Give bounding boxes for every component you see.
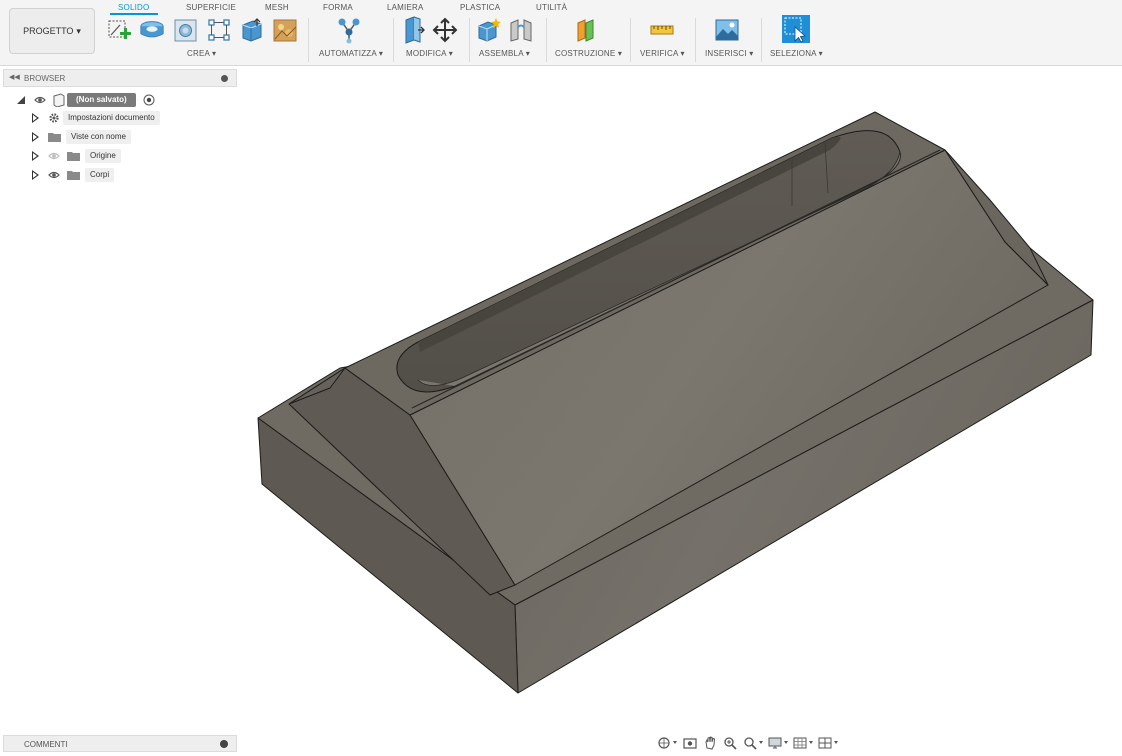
canvas-viewport[interactable]: [240, 68, 1122, 733]
select-icon[interactable]: [781, 15, 811, 44]
expand-triangle-icon[interactable]: [32, 113, 39, 123]
comments-title: COMMENTI: [24, 740, 68, 749]
group-inserisci: INSERISCI ▾: [700, 16, 760, 64]
hole-icon[interactable]: [173, 16, 199, 44]
group-label-assembla[interactable]: ASSEMBLA ▾: [479, 49, 530, 58]
group-label-automatizza[interactable]: AUTOMATIZZA ▾: [319, 49, 383, 58]
document-component-icon: [53, 93, 65, 107]
expand-triangle-icon[interactable]: [32, 170, 39, 180]
toolbar-divider: [469, 18, 470, 62]
toolbar-divider: [393, 18, 394, 62]
visibility-eye-icon[interactable]: [34, 94, 46, 106]
active-tab-indicator: [110, 13, 158, 15]
tab-lamiera[interactable]: LAMIERA: [387, 3, 424, 12]
automate-icon[interactable]: [336, 16, 362, 44]
press-pull-icon[interactable]: [400, 16, 426, 44]
browser-item-label[interactable]: Viste con nome: [66, 130, 131, 144]
joint-icon[interactable]: [508, 16, 534, 44]
create-sketch-icon[interactable]: [106, 16, 132, 44]
tab-mesh[interactable]: MESH: [265, 3, 289, 12]
chevron-down-icon: ▾: [76, 25, 81, 36]
navigation-bar: [655, 734, 840, 752]
browser-item-label[interactable]: Origine: [85, 149, 121, 163]
group-label-seleziona[interactable]: SELEZIONA ▾: [770, 49, 823, 58]
folder-icon: [67, 152, 80, 161]
toolbar-divider: [308, 18, 309, 62]
gear-icon: [49, 113, 59, 123]
sketch-pattern-icon[interactable]: [206, 16, 232, 44]
hidden-eye-icon[interactable]: [48, 150, 60, 162]
browser-item-viste[interactable]: Viste con nome: [0, 129, 240, 145]
orbit-icon[interactable]: [657, 736, 671, 750]
browser-title: BROWSER: [24, 74, 66, 83]
browser-item-label[interactable]: Impostazioni documento: [63, 111, 160, 125]
browser-item-origine[interactable]: Origine: [0, 148, 240, 164]
decal-icon[interactable]: [272, 16, 298, 44]
chevron-down-icon[interactable]: [809, 741, 813, 744]
group-label-modifica[interactable]: MODIFICA ▾: [406, 49, 453, 58]
collapse-panel-icon[interactable]: ◀◀: [9, 73, 20, 81]
browser-item-corpi[interactable]: Corpi: [0, 167, 240, 183]
display-settings-icon[interactable]: [768, 736, 782, 750]
browser-root-row[interactable]: (Non salvato): [0, 92, 240, 108]
pan-icon[interactable]: [703, 736, 717, 750]
group-label-inserisci[interactable]: INSERISCI ▾: [705, 49, 753, 58]
folder-icon: [48, 133, 61, 142]
browser-header[interactable]: ◀◀ BROWSER: [3, 69, 237, 87]
toolbar: PROGETTO ▾ SOLIDO SUPERFICIE MESH FORMA …: [0, 0, 1122, 66]
fusion-app: PROGETTO ▾ SOLIDO SUPERFICIE MESH FORMA …: [0, 0, 1122, 756]
solid-body-model[interactable]: [257, 111, 1094, 694]
group-automatizza: AUTOMATIZZA ▾: [316, 16, 388, 64]
project-label: PROGETTO: [23, 26, 74, 36]
group-costruzione: COSTRUZIONE ▾: [552, 16, 630, 64]
group-seleziona: SELEZIONA ▾: [766, 15, 828, 64]
root-document-label[interactable]: (Non salvato): [67, 93, 136, 107]
extrude-icon[interactable]: [139, 16, 165, 44]
zoom-icon[interactable]: [723, 736, 737, 750]
offset-plane-icon[interactable]: [574, 16, 600, 44]
comments-panel[interactable]: COMMENTI: [3, 735, 237, 752]
activate-radio-icon[interactable]: [143, 94, 155, 106]
group-crea: CREA ▾: [105, 16, 305, 64]
group-label-verifica[interactable]: VERIFICA ▾: [640, 49, 685, 58]
fit-icon[interactable]: [743, 736, 757, 750]
tab-superficie[interactable]: SUPERFICIE: [186, 3, 236, 12]
expand-triangle-icon[interactable]: [32, 151, 39, 161]
tab-plastica[interactable]: PLASTICA: [460, 3, 500, 12]
grid-settings-icon[interactable]: [793, 736, 807, 750]
toolbar-divider: [546, 18, 547, 62]
browser-item-label[interactable]: Corpi: [85, 168, 115, 182]
group-verifica: VERIFICA ▾: [636, 16, 692, 64]
toolbar-divider: [761, 18, 762, 62]
chevron-down-icon[interactable]: [673, 741, 677, 744]
chevron-down-icon[interactable]: [759, 741, 763, 744]
toolbar-divider: [695, 18, 696, 62]
chevron-down-icon[interactable]: [834, 741, 838, 744]
folder-icon: [67, 171, 80, 180]
expand-triangle-icon[interactable]: [32, 132, 39, 142]
project-button[interactable]: PROGETTO ▾: [9, 8, 95, 54]
tab-solido[interactable]: SOLIDO: [118, 3, 149, 12]
insert-image-icon[interactable]: [714, 16, 740, 44]
box-icon[interactable]: [239, 16, 265, 44]
visibility-eye-icon[interactable]: [48, 169, 60, 181]
move-icon[interactable]: [432, 16, 458, 44]
measure-icon[interactable]: [649, 16, 675, 44]
group-modifica: MODIFICA ▾: [398, 16, 466, 64]
toolbar-divider: [630, 18, 631, 62]
group-assembla: ASSEMBLA ▾: [474, 16, 542, 64]
tab-utilita[interactable]: UTILITÀ: [536, 3, 567, 12]
viewports-icon[interactable]: [818, 736, 832, 750]
add-comment-icon[interactable]: [220, 740, 228, 748]
tab-forma[interactable]: FORMA: [323, 3, 353, 12]
group-label-costruzione[interactable]: COSTRUZIONE ▾: [555, 49, 622, 58]
browser-item-impostazioni[interactable]: Impostazioni documento: [0, 110, 240, 126]
chevron-down-icon[interactable]: [784, 741, 788, 744]
look-at-icon[interactable]: [683, 736, 697, 750]
panel-options-icon[interactable]: [221, 75, 228, 82]
group-label-crea[interactable]: CREA ▾: [187, 49, 216, 58]
expanded-triangle-icon[interactable]: [16, 95, 26, 105]
new-component-icon[interactable]: [476, 16, 502, 44]
